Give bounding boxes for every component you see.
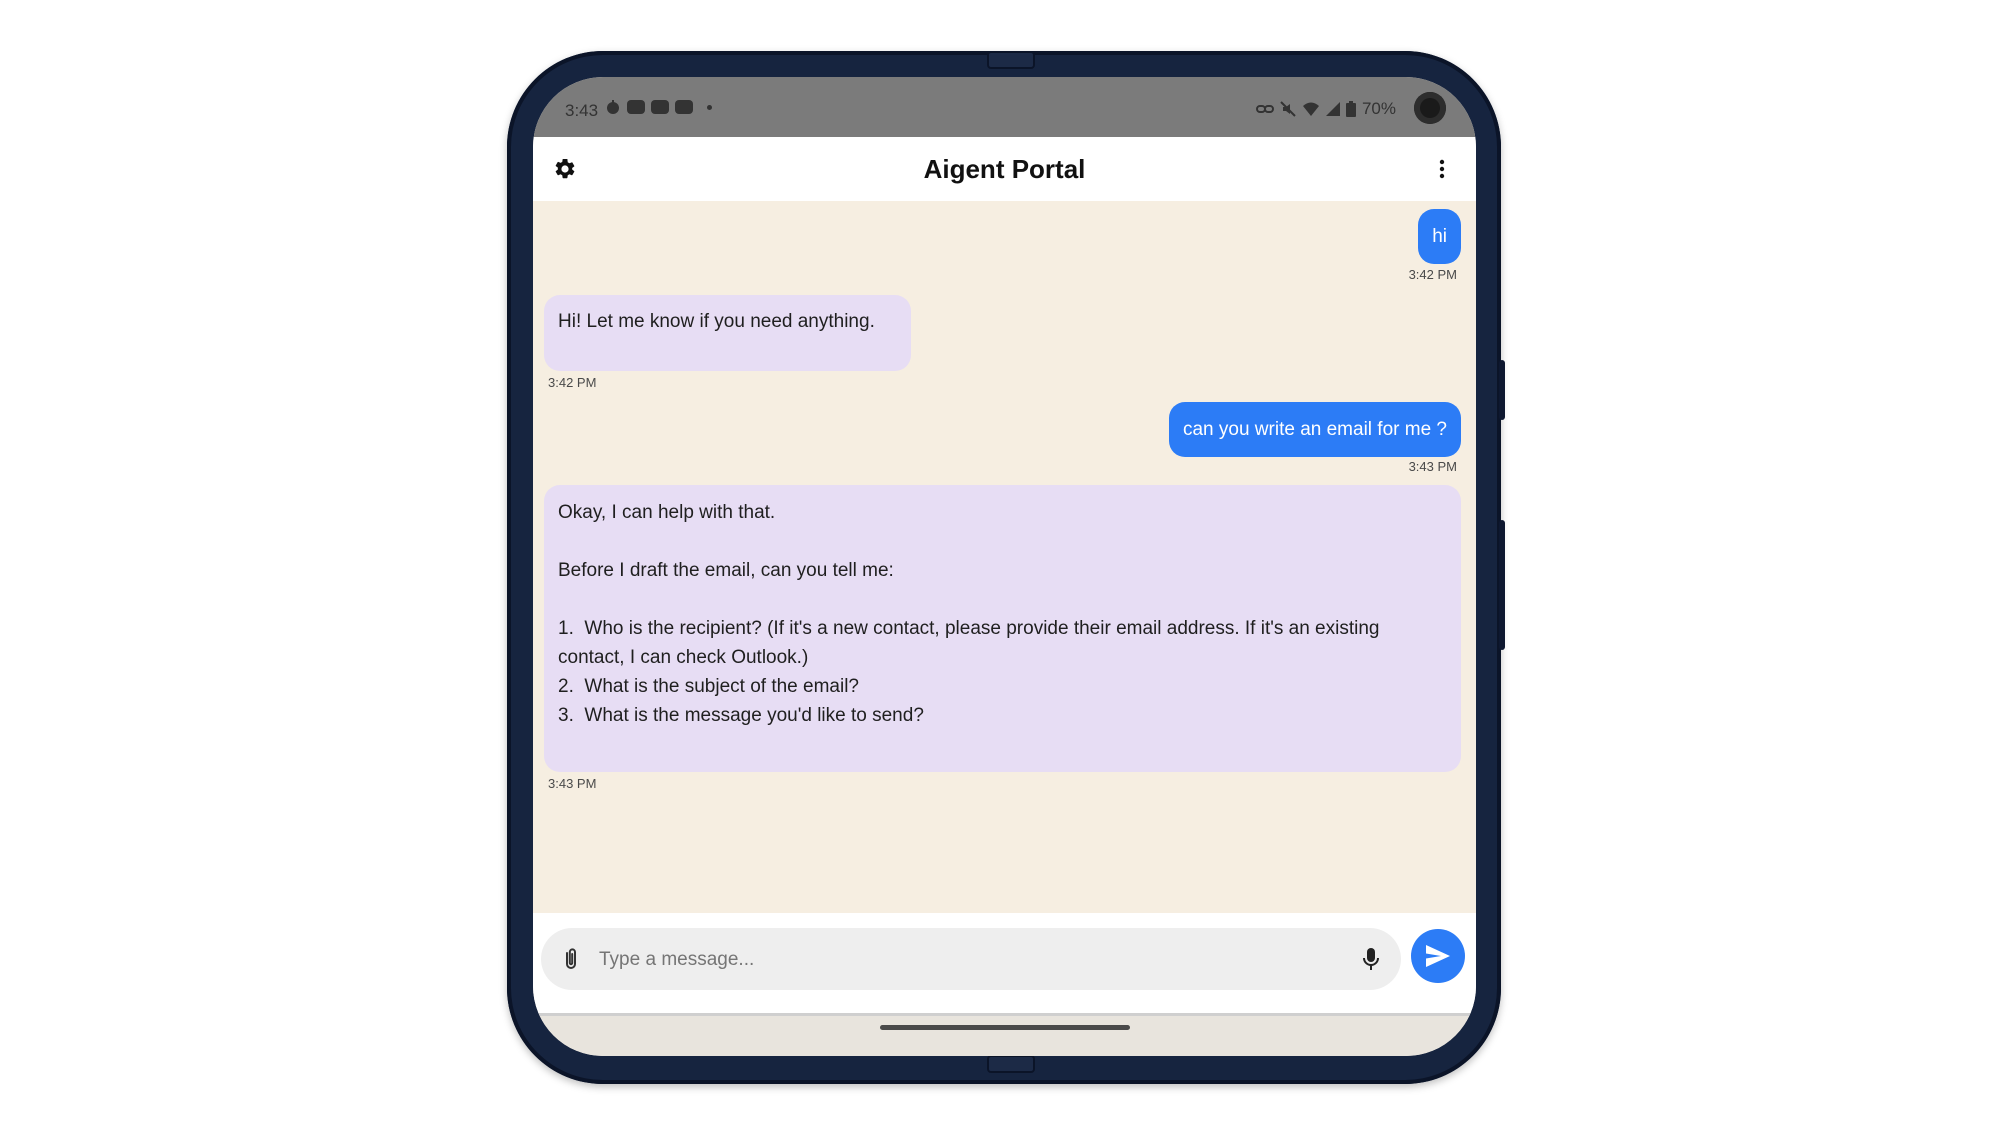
send-button[interactable] <box>1411 929 1465 983</box>
app-bar: Aigent Portal <box>533 137 1476 201</box>
message-line: Okay, I can help with that. <box>558 502 776 523</box>
notification-icons <box>605 99 712 115</box>
status-time: 3:43 <box>565 101 599 120</box>
message-timestamp: 3:43 PM <box>1408 459 1457 474</box>
message-timestamp: 3:42 PM <box>1408 267 1457 282</box>
paperclip-icon[interactable] <box>559 946 583 972</box>
chat-thread: hi 3:42 PM Hi! Let me know if you need a… <box>533 201 1476 913</box>
more-notifications-dot <box>707 104 712 110</box>
message-input-container <box>541 928 1401 990</box>
page-title: Aigent Portal <box>923 154 1086 184</box>
more-vert-icon[interactable] <box>1430 157 1454 181</box>
youtube-notification-icon <box>627 100 645 114</box>
volume-button <box>1499 520 1505 650</box>
hinge-top <box>987 51 1035 69</box>
bot-message-bubble: Okay, I can help with that. Before I dra… <box>544 485 1461 772</box>
message-text: Hi! Let me know if you need anything. <box>558 311 875 332</box>
message-line: 1. Who is the recipient? (If it's a new … <box>558 618 1385 668</box>
system-status-icons: 70% <box>1255 99 1396 119</box>
mic-icon[interactable] <box>1359 946 1383 972</box>
message-line <box>558 527 1447 556</box>
bot-message-bubble: Hi! Let me know if you need anything. <box>544 295 911 371</box>
notification-app-icon <box>607 100 619 114</box>
youtube-notification-icon <box>675 100 693 114</box>
message-text: can you write an email for me ? <box>1182 419 1447 440</box>
message-line <box>558 585 1447 614</box>
message-timestamp: 3:42 PM <box>548 375 597 390</box>
message-line: Before I draft the email, can you tell m… <box>558 560 894 581</box>
home-gesture-handle[interactable] <box>880 1025 1130 1030</box>
message-text: hi <box>1432 226 1447 247</box>
user-message-bubble: hi <box>1418 209 1461 264</box>
youtube-notification-icon <box>651 100 669 114</box>
link-icon <box>1255 105 1274 113</box>
message-line: 3. What is the message you'd like to sen… <box>558 705 924 726</box>
phone-screen: 3:43 70% Aigent Portal hi 3:42 PM Hi! Le… <box>533 77 1476 1056</box>
mute-icon <box>1280 101 1296 117</box>
status-bar: 3:43 70% <box>533 77 1476 137</box>
power-button <box>1499 360 1505 420</box>
message-input[interactable] <box>597 948 1301 972</box>
message-line: 2. What is the subject of the email? <box>558 676 859 697</box>
send-icon <box>1426 945 1450 967</box>
signal-icon <box>1325 102 1340 116</box>
front-camera <box>1414 92 1446 124</box>
hinge-bottom <box>987 1055 1035 1073</box>
battery-percent: 70% <box>1361 99 1396 118</box>
message-timestamp: 3:43 PM <box>548 776 597 791</box>
user-message-bubble: can you write an email for me ? <box>1168 402 1461 457</box>
battery-icon <box>1345 101 1356 117</box>
message-composer <box>533 913 1476 1013</box>
system-navigation-bar <box>533 1013 1476 1056</box>
wifi-icon <box>1302 102 1319 116</box>
